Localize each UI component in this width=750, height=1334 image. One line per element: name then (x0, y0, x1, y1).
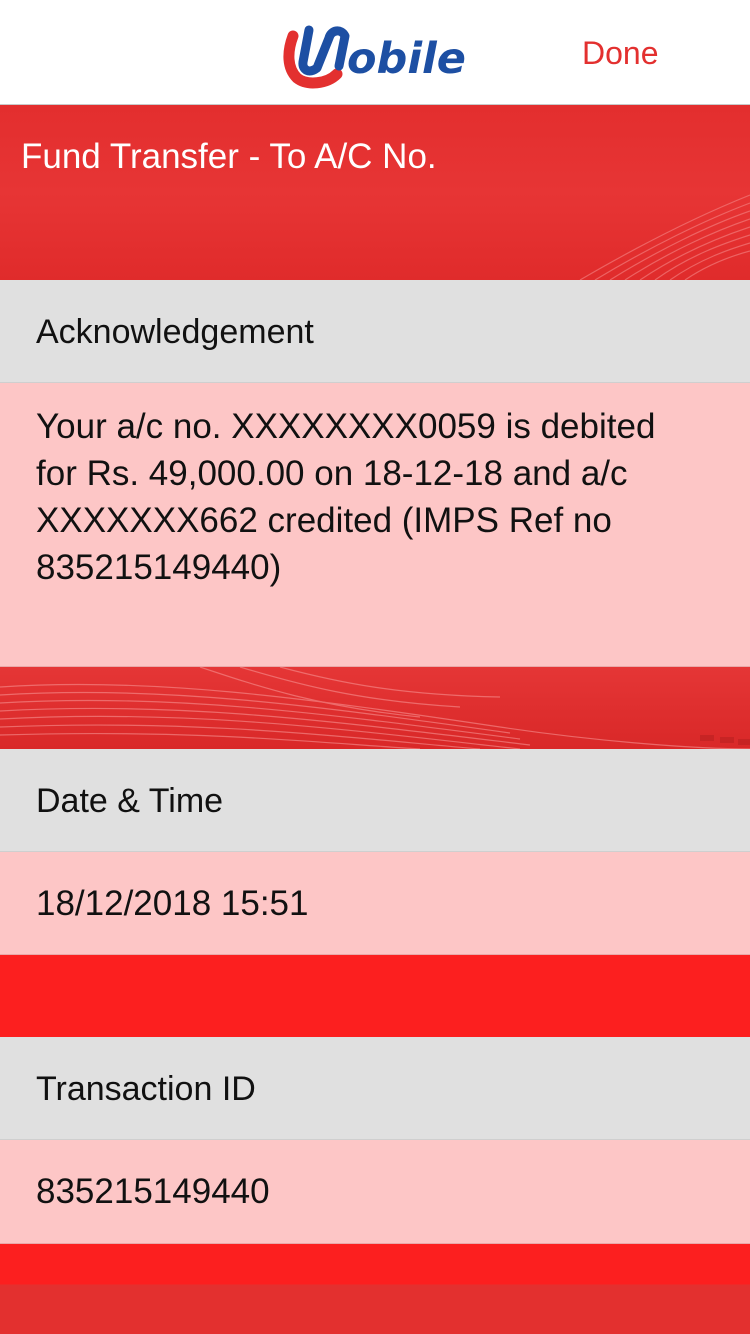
transaction-id-value: 835215149440 (36, 1172, 270, 1211)
logo-text: obile (347, 34, 466, 84)
decorative-lines (0, 667, 750, 749)
header-band: Fund Transfer - To A/C No. (0, 105, 750, 280)
date-time-value: 18/12/2018 15:51 (36, 884, 309, 923)
nav-bar: obile Done (0, 0, 750, 105)
acknowledgement-message: Your a/c no. XXXXXXXX0059 is debited for… (36, 407, 656, 587)
decorative-band (0, 667, 750, 749)
bottom-band (0, 1244, 750, 1334)
decorative-lines (579, 194, 750, 280)
transaction-id-value-row: 835215149440 (0, 1140, 750, 1244)
transaction-id-label: Transaction ID (36, 1070, 256, 1108)
acknowledgement-value-row: Your a/c no. XXXXXXXX0059 is debited for… (0, 383, 750, 667)
date-time-label: Date & Time (36, 782, 224, 820)
transaction-id-label-row: Transaction ID (0, 1037, 750, 1140)
acknowledgement-label-row: Acknowledgement (0, 280, 750, 383)
date-time-value-row: 18/12/2018 15:51 (0, 852, 750, 955)
umobile-logo: obile (283, 18, 513, 90)
separator-band (0, 955, 750, 1037)
acknowledgement-label: Acknowledgement (36, 313, 314, 351)
date-time-label-row: Date & Time (0, 749, 750, 852)
page-title: Fund Transfer - To A/C No. (21, 137, 437, 176)
done-button[interactable]: Done (582, 33, 659, 73)
